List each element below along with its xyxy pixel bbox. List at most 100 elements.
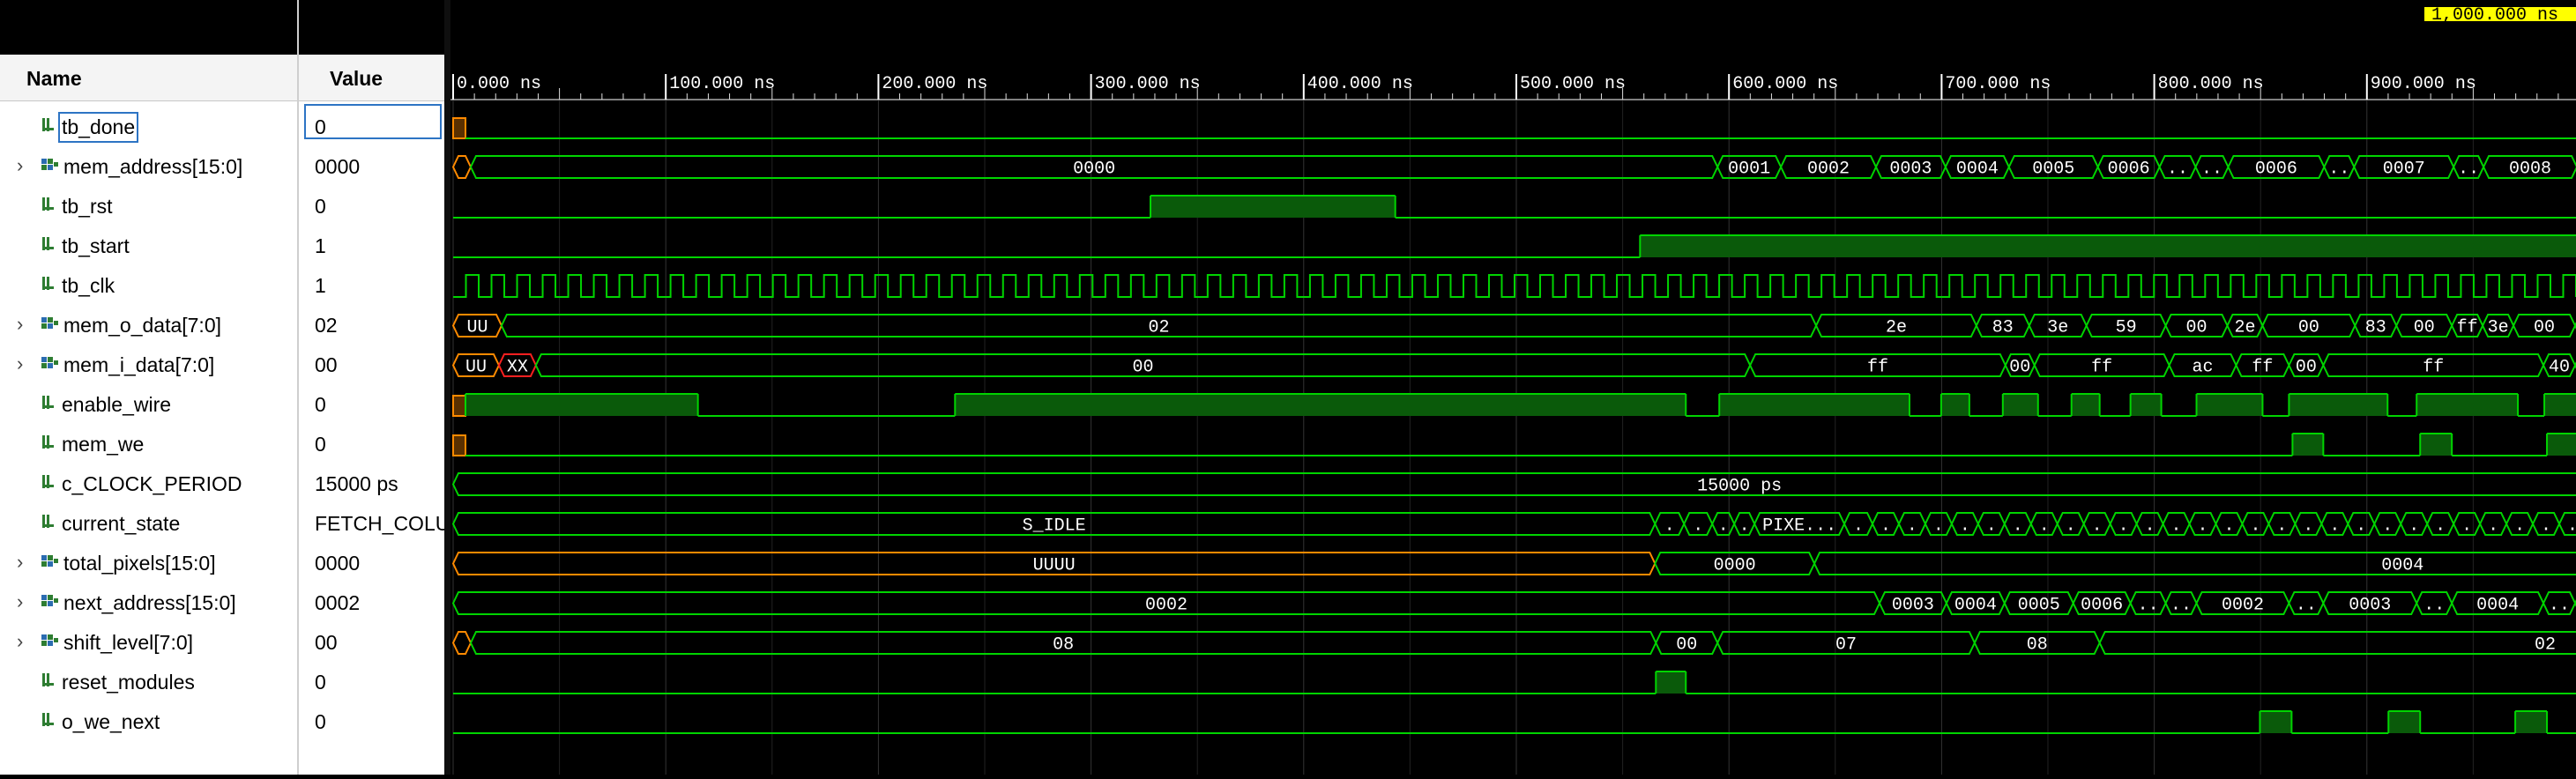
bus-value-label: . bbox=[2198, 516, 2208, 537]
name-column-header[interactable]: Name bbox=[0, 56, 297, 101]
signal-row-c-clock-period[interactable]: c_CLOCK_PERIOD bbox=[0, 464, 297, 504]
signal-row-enable-wire[interactable]: enable_wire bbox=[0, 385, 297, 425]
signal-value-cell[interactable]: 0 bbox=[308, 425, 440, 464]
signal-value-cell[interactable]: 00 bbox=[308, 623, 440, 663]
signal-value-cell[interactable]: 0 bbox=[308, 663, 440, 702]
signal-row-tb-start[interactable]: tb_start bbox=[0, 226, 297, 266]
undefined-segment bbox=[452, 434, 466, 456]
ruler-tick-label: 700.000 ns bbox=[1945, 74, 2051, 94]
bit-signal-icon bbox=[40, 433, 58, 451]
signal-value-cell[interactable]: 0000 bbox=[308, 544, 440, 583]
bus-value-label: UU bbox=[466, 318, 488, 338]
signal-value-cell[interactable]: 1 bbox=[308, 226, 440, 266]
bus-value-label: . bbox=[2039, 516, 2050, 537]
time-ruler[interactable]: 0.000 ns 100.000 ns 200.000 ns 300.000 ns 40… bbox=[450, 55, 2576, 100]
signal-value: 00 bbox=[315, 631, 338, 654]
signal-name: current_state bbox=[62, 512, 181, 535]
expand-chevron-icon[interactable]: › bbox=[17, 630, 23, 653]
bus-value-label: 00 bbox=[2298, 318, 2319, 338]
signal-value-cell[interactable]: 00 bbox=[308, 345, 440, 385]
bus-value-label: 07 bbox=[1835, 635, 1857, 656]
signal-name: reset_modules bbox=[62, 671, 195, 694]
bus-value-label: 00 bbox=[2534, 318, 2555, 338]
expand-chevron-icon[interactable]: › bbox=[17, 551, 23, 574]
signal-row-mem-o-data[interactable]: › mem_o_data[7:0] bbox=[0, 306, 297, 345]
bus-value-label: 08 bbox=[2027, 635, 2048, 656]
high-segment bbox=[2130, 394, 2162, 416]
bus-value-label: ff bbox=[2423, 358, 2444, 378]
bus-signal-icon bbox=[40, 631, 58, 649]
signal-row-tb-done[interactable]: tb_done bbox=[0, 108, 297, 147]
high-segment bbox=[2515, 711, 2548, 733]
signal-row-shift-level[interactable]: › shift_level[7:0] bbox=[0, 623, 297, 663]
bus-value-label: .. bbox=[2170, 596, 2192, 616]
bus-value-label: . bbox=[2118, 516, 2129, 537]
bus-value-label: . bbox=[1664, 516, 1675, 537]
waveform-panel[interactable]: 1,000.000 ns 0.000 ns 100.000 ns 200.000 n… bbox=[450, 0, 2576, 775]
bus-value-label: . bbox=[2461, 516, 2472, 537]
bus-value-label: . bbox=[2250, 516, 2260, 537]
value-column-header[interactable]: Value bbox=[299, 56, 446, 101]
signal-value: 02 bbox=[315, 314, 338, 337]
signal-row-tb-clk[interactable]: tb_clk bbox=[0, 266, 297, 306]
signal-value-cell[interactable]: 0 bbox=[308, 385, 440, 425]
bus-value-label: 0003 bbox=[1892, 596, 1934, 616]
signal-value-cell[interactable]: 0 bbox=[308, 187, 440, 226]
waveform-background bbox=[450, 0, 2576, 775]
signal-value-cell[interactable]: FETCH_COLUMN bbox=[308, 504, 445, 544]
bus-value-label: 0004 bbox=[2476, 596, 2519, 616]
bit-signal-icon bbox=[40, 393, 58, 412]
expand-chevron-icon[interactable]: › bbox=[17, 313, 23, 336]
signal-row-reset-modules[interactable]: reset_modules bbox=[0, 663, 297, 702]
high-segment bbox=[2420, 434, 2453, 456]
waveform-canvas[interactable]: 1,000.000 ns 0.000 ns 100.000 ns 200.000 n… bbox=[450, 0, 2576, 775]
high-segment bbox=[2416, 394, 2519, 416]
bus-value-label: .. bbox=[2328, 160, 2349, 180]
bus-value-label: .. bbox=[2549, 596, 2570, 616]
bus-value-label: . bbox=[1718, 516, 1729, 537]
signal-value-cell[interactable]: 0 bbox=[308, 702, 440, 742]
bus-value-label: 3e bbox=[2047, 318, 2068, 338]
bus-value-label: 0006 bbox=[2081, 596, 2123, 616]
bit-signal-icon bbox=[40, 472, 58, 491]
signal-value: 0000 bbox=[315, 552, 361, 575]
signal-value-cell[interactable]: 0 bbox=[308, 108, 440, 147]
bit-signal-icon bbox=[40, 671, 58, 689]
signal-row-mem-i-data[interactable]: › mem_i_data[7:0] bbox=[0, 345, 297, 385]
panel-splitter[interactable] bbox=[444, 0, 450, 775]
bus-value-label: 0002 bbox=[2222, 596, 2264, 616]
signal-value-cell[interactable]: 0000 bbox=[308, 147, 440, 187]
bus-value-label: . bbox=[2541, 516, 2551, 537]
high-segment bbox=[1940, 394, 1969, 416]
expand-chevron-icon[interactable]: › bbox=[17, 154, 23, 177]
signal-row-o-we-next[interactable]: o_we_next bbox=[0, 702, 297, 742]
bus-value-label: 0004 bbox=[1954, 596, 1997, 616]
signal-row-mem-we[interactable]: mem_we bbox=[0, 425, 297, 464]
bus-value-label: 02 bbox=[1148, 318, 1169, 338]
bus-value-label: . bbox=[2356, 516, 2366, 537]
signal-row-current-state[interactable]: current_state bbox=[0, 504, 297, 544]
signal-value-cell[interactable]: 0002 bbox=[308, 583, 440, 623]
signal-row-mem-address[interactable]: › mem_address[15:0] bbox=[0, 147, 297, 187]
expand-chevron-icon[interactable]: › bbox=[17, 352, 23, 375]
signal-row-tb-rst[interactable]: tb_rst bbox=[0, 187, 297, 226]
bus-value-label: . bbox=[2013, 516, 2023, 537]
bus-value-label: .. bbox=[2167, 160, 2188, 180]
signal-row-next-address[interactable]: › next_address[15:0] bbox=[0, 583, 297, 623]
bus-value-label: .. bbox=[2138, 596, 2159, 616]
bus-value-label: . bbox=[1739, 516, 1750, 537]
bus-value-label: 00 bbox=[2296, 358, 2317, 378]
signal-value-cell[interactable]: 15000 ps bbox=[308, 464, 440, 504]
bus-value-label: 2e bbox=[2234, 318, 2255, 338]
bus-value-label: . bbox=[2303, 516, 2313, 537]
high-segment bbox=[955, 394, 1686, 416]
bus-value-label: ff bbox=[2252, 358, 2273, 378]
bus-value-label: 2e bbox=[1886, 318, 1907, 338]
signal-row-total-pixels[interactable]: › total_pixels[15:0] bbox=[0, 544, 297, 583]
expand-chevron-icon[interactable]: › bbox=[17, 590, 23, 613]
ruler-tick-label: 800.000 ns bbox=[2158, 74, 2264, 94]
bus-value-label: . bbox=[2223, 516, 2234, 537]
signal-value: 0000 bbox=[315, 155, 361, 178]
signal-value-cell[interactable]: 1 bbox=[308, 266, 440, 306]
signal-value-cell[interactable]: 02 bbox=[308, 306, 440, 345]
